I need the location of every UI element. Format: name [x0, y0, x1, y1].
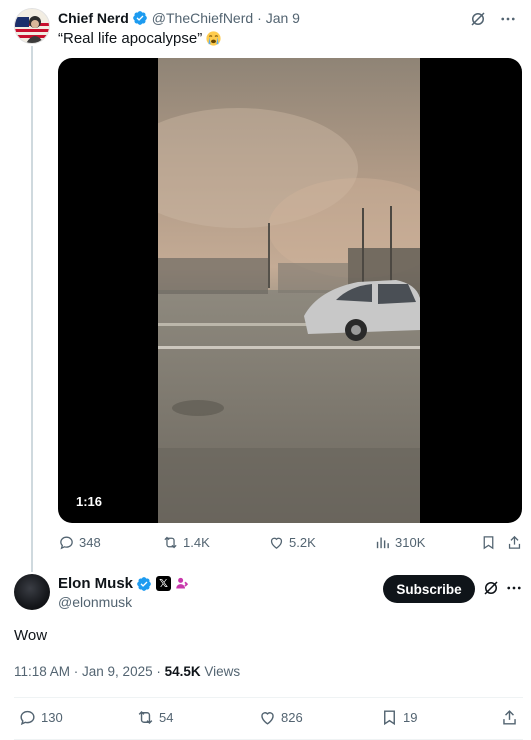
- tweet-text: “Real life apocalypse”: [58, 30, 203, 47]
- like-button[interactable]: 826: [258, 708, 303, 727]
- video-thumbnail[interactable]: [158, 58, 420, 523]
- thread-connector-line: [31, 46, 33, 572]
- repost-count: 1.4K: [183, 535, 210, 550]
- quoted-tweet-header: Chief Nerd @TheChiefNerd · Jan 9: [58, 10, 300, 26]
- reply-icon: [20, 710, 35, 726]
- author-name[interactable]: Elon Musk: [58, 575, 133, 592]
- like-icon: [261, 712, 274, 725]
- author-handle[interactable]: @TheChiefNerd: [152, 10, 253, 26]
- bookmark-button[interactable]: [480, 534, 497, 551]
- bookmark-count: 19: [403, 710, 418, 725]
- tweet-text: Wow: [14, 627, 48, 644]
- like-count: 826: [281, 710, 303, 725]
- video-player[interactable]: 1:16: [58, 58, 522, 523]
- video-duration-badge: 1:16: [68, 492, 111, 511]
- share-icon: [503, 710, 516, 725]
- main-tweet-header: Elon Musk 𝕏: [58, 575, 190, 592]
- author-name[interactable]: Chief Nerd: [58, 10, 129, 26]
- author-handle[interactable]: @elonmusk: [58, 594, 132, 610]
- views-button[interactable]: 310K: [374, 534, 425, 551]
- repost-button[interactable]: 1.4K: [162, 534, 210, 551]
- views-count: 54.5K: [164, 664, 201, 679]
- share-button[interactable]: [506, 534, 523, 551]
- more-icon[interactable]: [499, 10, 517, 28]
- reply-button[interactable]: 348: [58, 534, 101, 551]
- tweet-timestamp[interactable]: 11:18 AM · Jan 9, 2025 ·: [14, 664, 165, 679]
- repost-icon: [164, 536, 177, 549]
- tweet-metadata: 11:18 AM · Jan 9, 2025 · 54.5K Views: [14, 664, 240, 679]
- reply-count: 130: [41, 710, 63, 725]
- bookmark-icon: [483, 536, 494, 550]
- reply-icon: [60, 536, 73, 550]
- reply-button[interactable]: 130: [18, 708, 63, 727]
- tweet-date[interactable]: · Jan 9: [257, 10, 300, 26]
- avatar-elon-musk[interactable]: [14, 574, 50, 610]
- avatar-chief-nerd[interactable]: [14, 8, 50, 44]
- like-icon: [270, 537, 283, 549]
- more-icon[interactable]: [505, 579, 523, 597]
- government-affiliation-badge-icon: [176, 577, 189, 589]
- subscribe-button[interactable]: Subscribe: [383, 575, 475, 603]
- like-count: 5.2K: [289, 535, 316, 550]
- views-icon: [376, 537, 389, 549]
- reply-count: 348: [79, 535, 101, 550]
- quoted-tweet-text: “Real life apocalypse”: [58, 30, 222, 47]
- grok-icon[interactable]: [482, 579, 500, 597]
- bookmark-icon: [384, 710, 395, 726]
- share-icon: [508, 535, 521, 549]
- grok-icon[interactable]: [469, 10, 487, 28]
- share-button[interactable]: [500, 708, 519, 727]
- quoted-tweet-action-bar: 348 1.4K 5.2K 310K: [58, 534, 522, 556]
- quoted-tweet-top-actions: [469, 10, 517, 28]
- verified-badge-icon: [137, 576, 151, 591]
- repost-count: 54: [159, 710, 174, 725]
- main-tweet-action-bar: 130 54 826 19: [14, 708, 523, 730]
- bookmark-button[interactable]: 19: [380, 708, 417, 727]
- repost-icon: [138, 710, 153, 725]
- views-count: 310K: [395, 535, 426, 550]
- loudly-crying-face-emoji-icon: [206, 31, 221, 46]
- x-affiliate-badge-icon: 𝕏: [156, 576, 172, 591]
- repost-button[interactable]: 54: [136, 708, 173, 727]
- like-button[interactable]: 5.2K: [268, 534, 316, 551]
- verified-badge-icon: [132, 11, 147, 25]
- views-label: Views: [200, 664, 241, 679]
- divider: [14, 697, 523, 698]
